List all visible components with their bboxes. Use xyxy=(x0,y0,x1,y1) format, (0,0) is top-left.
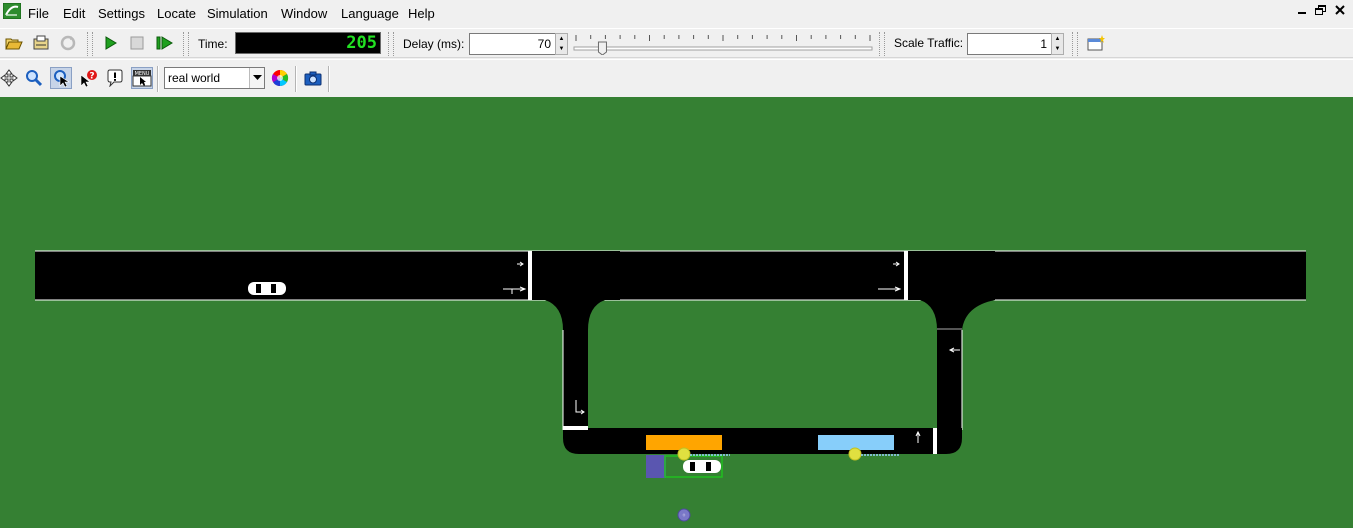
view-toolbar: ? MENU real world xyxy=(0,59,1353,96)
toolbar-separator xyxy=(328,66,330,92)
simulation-toolbar: Time: 205 Delay (ms): 70 ▲ ▼ Scale Traff… xyxy=(0,28,1353,58)
open-network-icon xyxy=(33,35,49,50)
step-button[interactable] xyxy=(153,32,175,54)
time-display: 205 xyxy=(235,32,381,54)
minimize-icon[interactable] xyxy=(1294,3,1310,17)
reload-icon xyxy=(60,35,76,51)
color-scheme-select[interactable]: real world xyxy=(164,67,265,89)
toolbar-grip[interactable] xyxy=(1072,32,1075,56)
tooltip-toggle-button[interactable]: ? xyxy=(77,67,99,89)
open-folder-icon xyxy=(5,38,23,50)
stop-button[interactable] xyxy=(126,32,148,54)
person-marker[interactable] xyxy=(848,447,862,461)
spin-up-icon[interactable]: ▲ xyxy=(1052,34,1063,44)
run-button[interactable] xyxy=(99,32,121,54)
play-icon xyxy=(105,36,117,50)
chevron-down-icon[interactable] xyxy=(249,68,264,88)
color-wheel-icon xyxy=(271,69,289,87)
delay-label: Delay (ms): xyxy=(403,37,465,51)
menu-window[interactable]: Window xyxy=(281,6,327,22)
open-network-button[interactable] xyxy=(30,32,52,54)
menu-simulation[interactable]: Simulation xyxy=(207,6,268,22)
select-object-button[interactable]: MENU xyxy=(131,67,153,89)
main-road xyxy=(35,251,1306,300)
toolbar-grip[interactable] xyxy=(388,32,391,56)
spin-up-icon[interactable]: ▲ xyxy=(556,34,567,44)
toolbar-grip[interactable] xyxy=(884,32,887,56)
zoom-button[interactable] xyxy=(23,67,45,89)
delay-input[interactable]: 70 xyxy=(469,33,556,55)
scale-traffic-input[interactable]: 1 xyxy=(967,33,1052,55)
slider-thumb[interactable] xyxy=(597,41,607,55)
magnifier-icon xyxy=(26,70,43,87)
locate-cursor-icon xyxy=(54,70,70,87)
reload-button[interactable] xyxy=(57,32,79,54)
vehicle-car[interactable] xyxy=(248,282,286,295)
spin-down-icon[interactable]: ▼ xyxy=(556,44,567,54)
camera-icon xyxy=(304,71,322,86)
stop-line xyxy=(904,251,908,300)
toolbar-separator xyxy=(157,66,159,92)
person-marker[interactable] xyxy=(677,447,691,461)
left-connector-road xyxy=(563,330,588,430)
toggle-messages-button[interactable] xyxy=(104,67,126,89)
toolbar-grip[interactable] xyxy=(879,32,882,56)
toolbar-grip[interactable] xyxy=(393,32,396,56)
scale-traffic-label: Scale Traffic: xyxy=(894,36,964,50)
menu-language[interactable]: Language xyxy=(341,6,399,22)
spin-down-icon[interactable]: ▼ xyxy=(1052,44,1063,54)
color-scheme-selected: real world xyxy=(168,71,221,85)
step-icon xyxy=(156,36,173,50)
menu-settings[interactable]: Settings xyxy=(98,6,145,22)
network-view-canvas[interactable]: ◦ xyxy=(0,97,1353,528)
sumo-gui-window: File Edit Settings Locate Simulation Win… xyxy=(0,0,1353,528)
junction-left xyxy=(530,251,620,330)
menu-bar: File Edit Settings Locate Simulation Win… xyxy=(0,0,1353,27)
toolbar-grip[interactable] xyxy=(183,32,186,56)
edit-coloring-button[interactable] xyxy=(269,67,291,89)
toolbar-grip[interactable] xyxy=(188,32,191,56)
locate-button[interactable] xyxy=(50,67,72,89)
move-arrows-icon xyxy=(0,69,18,87)
stop-icon xyxy=(130,36,144,50)
toolbar-grip[interactable] xyxy=(92,32,95,56)
container-marker-glyph: ◦ xyxy=(682,511,687,520)
stop-line xyxy=(563,426,588,430)
toolbar-grip[interactable] xyxy=(87,32,90,56)
screenshot-button[interactable] xyxy=(302,67,324,89)
stop-line xyxy=(933,428,937,454)
recenter-view-button[interactable] xyxy=(0,67,20,89)
container-stop[interactable] xyxy=(646,455,666,478)
menu-cursor-icon: MENU xyxy=(132,70,152,87)
sumo-app-icon xyxy=(3,3,21,19)
new-view-button[interactable] xyxy=(1085,32,1107,54)
new-window-icon xyxy=(1087,35,1105,51)
delay-spinner[interactable]: ▲ ▼ xyxy=(555,33,568,55)
right-connector-road xyxy=(937,330,962,430)
menu-edit[interactable]: Edit xyxy=(63,6,85,22)
help-cursor-icon: ? xyxy=(80,70,97,87)
speech-bubble-icon xyxy=(107,69,123,87)
open-simulation-button[interactable] xyxy=(3,32,25,54)
vehicle-car[interactable] xyxy=(683,460,721,473)
network-drawing: ◦ xyxy=(35,250,1306,522)
menu-help[interactable]: Help xyxy=(408,6,435,22)
scale-traffic-spinner[interactable]: ▲ ▼ xyxy=(1051,33,1064,55)
time-label: Time: xyxy=(198,37,228,51)
close-icon[interactable] xyxy=(1332,3,1348,17)
slider-ticks xyxy=(575,35,871,41)
toolbar-separator xyxy=(295,66,297,92)
menu-locate[interactable]: Locate xyxy=(157,6,196,22)
restore-icon[interactable] xyxy=(1313,3,1329,17)
delay-slider[interactable] xyxy=(572,33,874,55)
stop-line xyxy=(528,251,532,300)
junction-right xyxy=(906,251,995,330)
menu-file[interactable]: File xyxy=(28,6,49,22)
svg-text:?: ? xyxy=(89,72,94,82)
bottom-road xyxy=(563,428,962,454)
toolbar-grip[interactable] xyxy=(1077,32,1080,56)
